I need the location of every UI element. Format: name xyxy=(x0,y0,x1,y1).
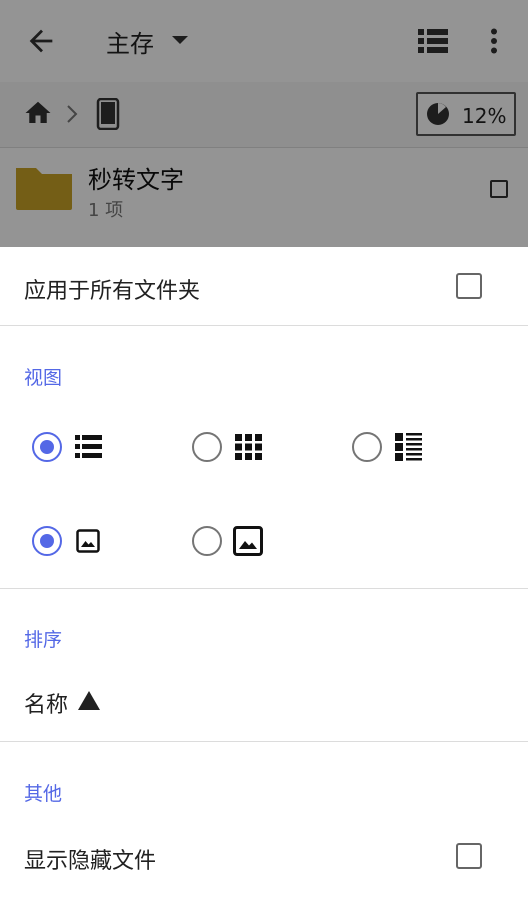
small-image-icon xyxy=(76,529,100,553)
view-section-title: 视图 xyxy=(24,367,63,389)
view-compact-list-radio[interactable] xyxy=(352,432,382,462)
apply-all-folders-label: 应用于所有文件夹 xyxy=(24,279,201,304)
show-hidden-files-label: 显示隐藏文件 xyxy=(24,849,157,874)
divider xyxy=(0,741,528,742)
other-section-title: 其他 xyxy=(24,783,63,805)
view-grid-radio[interactable] xyxy=(192,432,222,462)
thumbnail-large-radio[interactable] xyxy=(192,526,222,556)
grid-icon xyxy=(235,434,262,460)
compact-list-icon xyxy=(395,433,422,461)
large-image-icon xyxy=(233,526,263,556)
divider xyxy=(0,325,528,326)
divider xyxy=(0,588,528,589)
thumbnail-small-radio[interactable] xyxy=(32,526,62,556)
sort-by-label[interactable]: 名称 xyxy=(24,687,68,719)
apply-all-folders-checkbox[interactable] xyxy=(456,273,482,299)
sort-ascending-icon[interactable] xyxy=(78,691,100,710)
list-icon xyxy=(75,435,102,458)
sort-section-title: 排序 xyxy=(24,629,63,651)
view-list-radio[interactable] xyxy=(32,432,62,462)
apply-all-folders-row[interactable]: 应用于所有文件夹 xyxy=(0,247,528,325)
view-options-sheet: 应用于所有文件夹 视图 排序 名称 其他 显示隐藏文件 xyxy=(0,247,528,904)
show-hidden-files-checkbox[interactable] xyxy=(456,843,482,869)
